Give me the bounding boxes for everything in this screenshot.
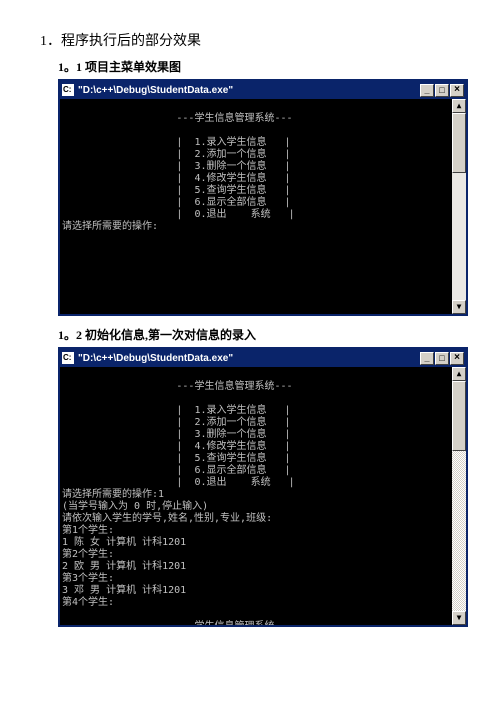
scroll-up-button[interactable]: ▲ — [452, 367, 466, 381]
console-window-1: "D:\c++\Debug\StudentData.exe" _ □ × ---… — [58, 79, 468, 316]
app-icon — [62, 84, 74, 96]
console-output-2: ---学生信息管理系统--- | 1.录入学生信息 | | 2.添加一个信息 |… — [60, 367, 466, 625]
maximize-button[interactable]: □ — [435, 84, 449, 97]
console-output-1: ---学生信息管理系统--- | 1.录入学生信息 | | 2.添加一个信息 |… — [60, 99, 466, 314]
scrollbar-1[interactable]: ▲ ▼ — [452, 99, 466, 314]
titlebar-1: "D:\c++\Debug\StudentData.exe" _ □ × — [60, 81, 466, 99]
main-heading: 1．程序执行后的部分效果 — [40, 30, 460, 50]
window-buttons: _ □ × — [420, 352, 464, 365]
section-1-heading: 1。1 项目主菜单效果图 — [58, 58, 460, 75]
minimize-button[interactable]: _ — [420, 352, 434, 365]
scrollbar-2[interactable]: ▲ ▼ — [452, 367, 466, 625]
scroll-up-button[interactable]: ▲ — [452, 99, 466, 113]
scroll-track[interactable] — [452, 113, 466, 300]
minimize-button[interactable]: _ — [420, 84, 434, 97]
close-button[interactable]: × — [450, 84, 464, 97]
scroll-track[interactable] — [452, 381, 466, 611]
titlebar-2: "D:\c++\Debug\StudentData.exe" _ □ × — [60, 349, 466, 367]
scroll-down-button[interactable]: ▼ — [452, 611, 466, 625]
maximize-button[interactable]: □ — [435, 352, 449, 365]
window-title-2: "D:\c++\Debug\StudentData.exe" — [78, 353, 420, 364]
console-window-2: "D:\c++\Debug\StudentData.exe" _ □ × ---… — [58, 347, 468, 627]
section-2-heading: 1。2 初始化信息,第一次对信息的录入 — [58, 326, 460, 343]
app-icon — [62, 352, 74, 364]
close-button[interactable]: × — [450, 352, 464, 365]
window-title-1: "D:\c++\Debug\StudentData.exe" — [78, 85, 420, 96]
scroll-thumb[interactable] — [452, 381, 466, 451]
scroll-thumb[interactable] — [452, 113, 466, 173]
window-buttons: _ □ × — [420, 84, 464, 97]
scroll-down-button[interactable]: ▼ — [452, 300, 466, 314]
